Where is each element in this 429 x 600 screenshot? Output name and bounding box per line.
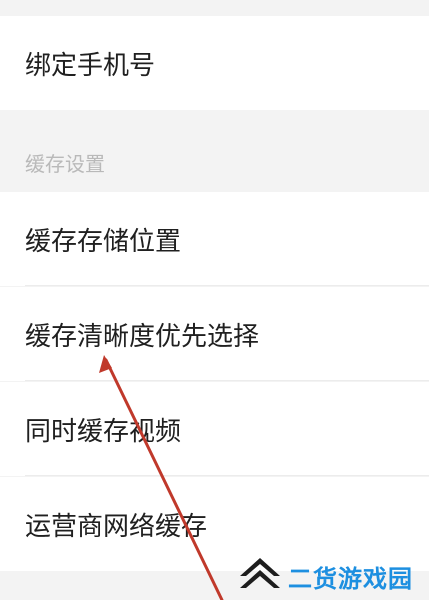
divider [25,380,429,381]
cache-storage-location-label: 缓存存储位置 [25,226,182,257]
divider [25,475,429,476]
bind-phone-label: 绑定手机号 [25,50,156,81]
cache-quality-priority-item[interactable]: 缓存清晰度优先选择 [0,287,429,381]
cache-storage-location-item[interactable]: 缓存存储位置 [0,192,429,286]
carrier-network-cache-label: 运营商网络缓存 [25,511,208,542]
simultaneous-cache-label: 同时缓存视频 [25,416,182,447]
top-spacer [0,0,429,16]
watermark-text: 二货游戏园 [288,564,413,593]
simultaneous-cache-item[interactable]: 同时缓存视频 [0,382,429,476]
cache-settings-header: 缓存设置 [0,108,429,192]
cache-settings-title: 缓存设置 [25,152,105,176]
watermark: 二货游戏园 [236,552,429,600]
watermark-logo-icon [240,558,280,588]
cache-quality-priority-label: 缓存清晰度优先选择 [25,321,260,352]
bind-phone-item[interactable]: 绑定手机号 [0,16,429,110]
divider [25,285,429,286]
